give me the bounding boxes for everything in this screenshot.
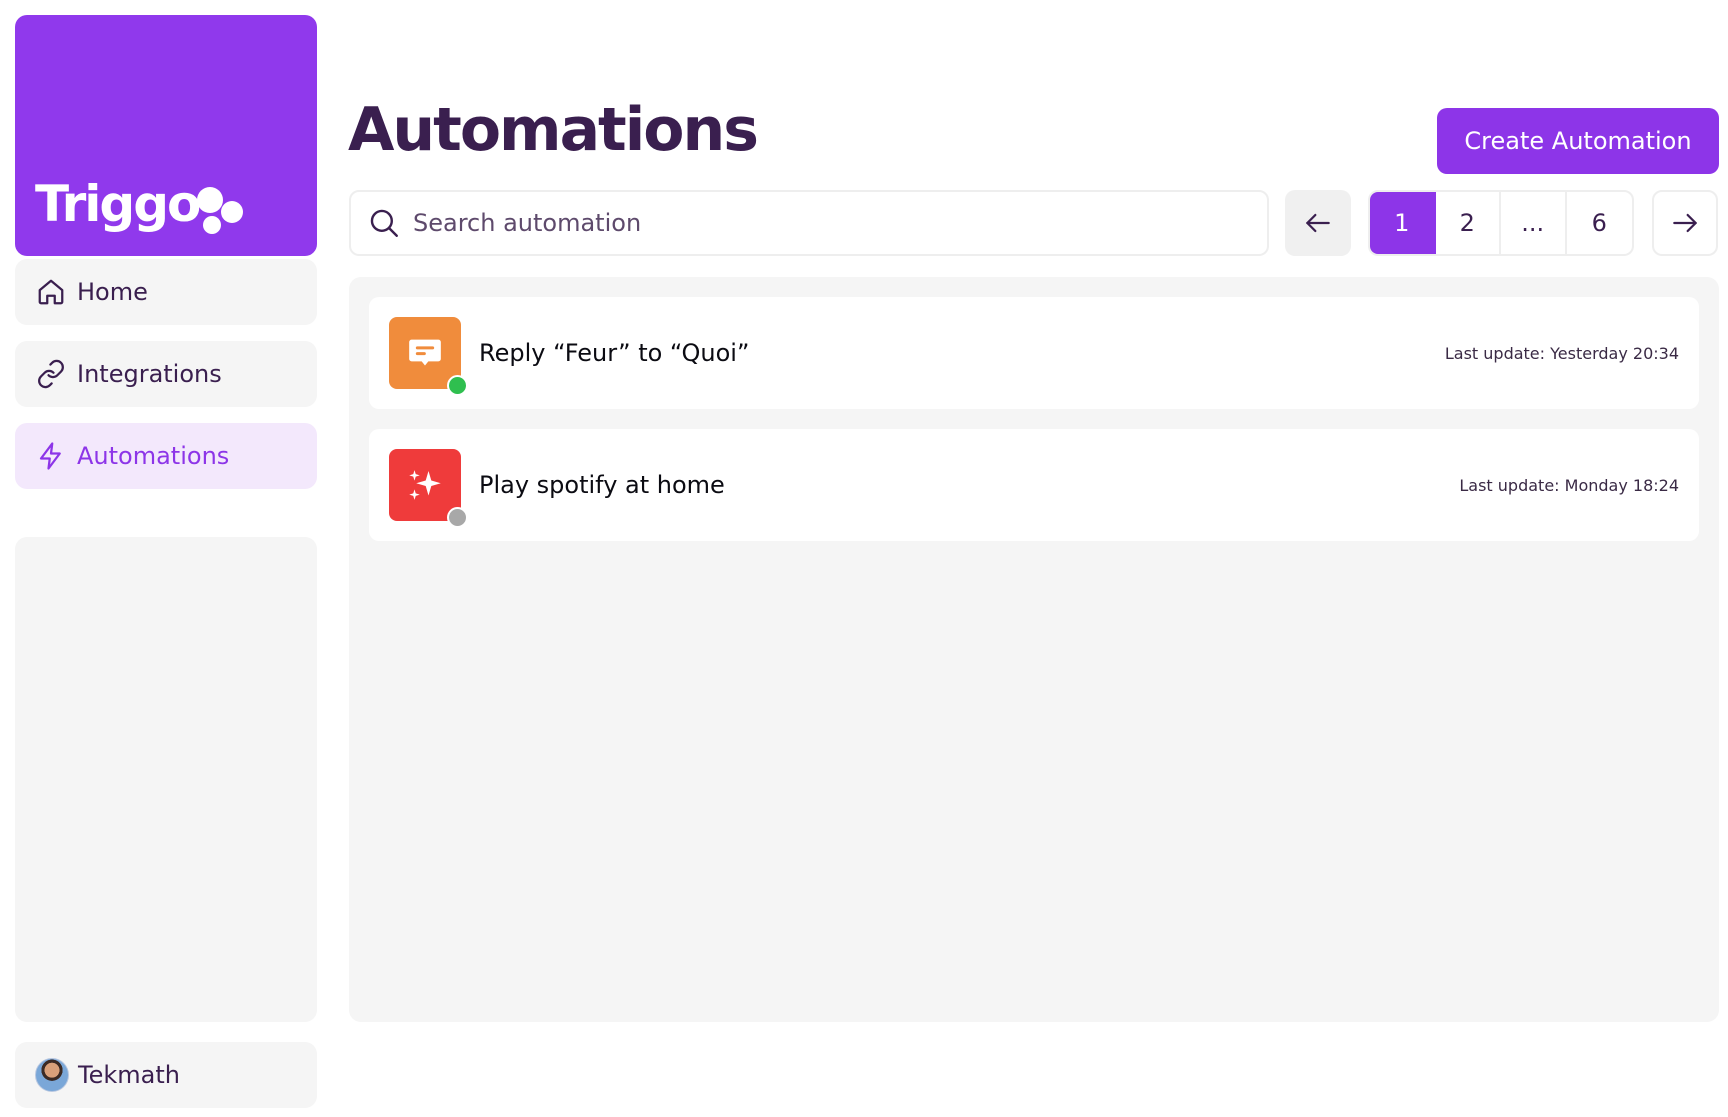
sidebar-item-label: Integrations	[77, 360, 222, 388]
page-button-last[interactable]: 6	[1567, 192, 1632, 254]
automation-row[interactable]: Play spotify at home Last update: Monday…	[369, 429, 1699, 541]
arrow-left-icon	[1306, 213, 1330, 233]
sidebar-item-label: Automations	[77, 442, 230, 470]
avatar	[35, 1058, 69, 1092]
sidebar-item-automations[interactable]: Automations	[15, 423, 317, 489]
page-title: Automations	[348, 95, 759, 165]
lightning-icon	[35, 440, 67, 472]
sparkles-icon	[389, 449, 468, 528]
status-active-dot	[447, 375, 468, 396]
pagination-next-button[interactable]	[1652, 190, 1718, 256]
user-name: Tekmath	[78, 1061, 180, 1089]
automation-name: Reply “Feur” to “Quoi”	[479, 339, 750, 367]
automation-updated: Last update: Monday 18:24	[1459, 475, 1679, 495]
page-button-1[interactable]: 1	[1370, 192, 1436, 254]
create-automation-button[interactable]: Create Automation	[1437, 108, 1719, 174]
chat-message-icon	[389, 317, 468, 396]
automation-row[interactable]: Reply “Feur” to “Quoi” Last update: Yest…	[369, 297, 1699, 409]
search-bar[interactable]	[349, 190, 1269, 256]
sidebar-item-integrations[interactable]: Integrations	[15, 341, 317, 407]
sidebar-item-label: Home	[77, 278, 148, 306]
page-button-2[interactable]: 2	[1436, 192, 1501, 254]
arrow-right-icon	[1673, 213, 1697, 233]
pagination-prev-button[interactable]	[1285, 190, 1351, 256]
automation-name: Play spotify at home	[479, 471, 725, 499]
search-icon	[367, 206, 401, 240]
status-inactive-dot	[447, 507, 468, 528]
link-icon	[35, 358, 67, 390]
brand-dots-icon	[197, 187, 257, 247]
pagination-pages: 1 2 ... 6	[1368, 190, 1634, 256]
automation-list: Reply “Feur” to “Quoi” Last update: Yest…	[349, 277, 1719, 1022]
user-profile[interactable]: Tekmath	[15, 1042, 317, 1108]
brand-logo-card[interactable]: Triggo	[15, 15, 317, 256]
page-ellipsis: ...	[1501, 192, 1567, 254]
brand-name: Triggo	[35, 175, 201, 233]
automation-updated: Last update: Yesterday 20:34	[1444, 343, 1679, 363]
search-input[interactable]	[413, 209, 1213, 237]
sidebar-empty-panel	[15, 537, 317, 1022]
sidebar-item-home[interactable]: Home	[15, 259, 317, 325]
home-icon	[35, 276, 67, 308]
